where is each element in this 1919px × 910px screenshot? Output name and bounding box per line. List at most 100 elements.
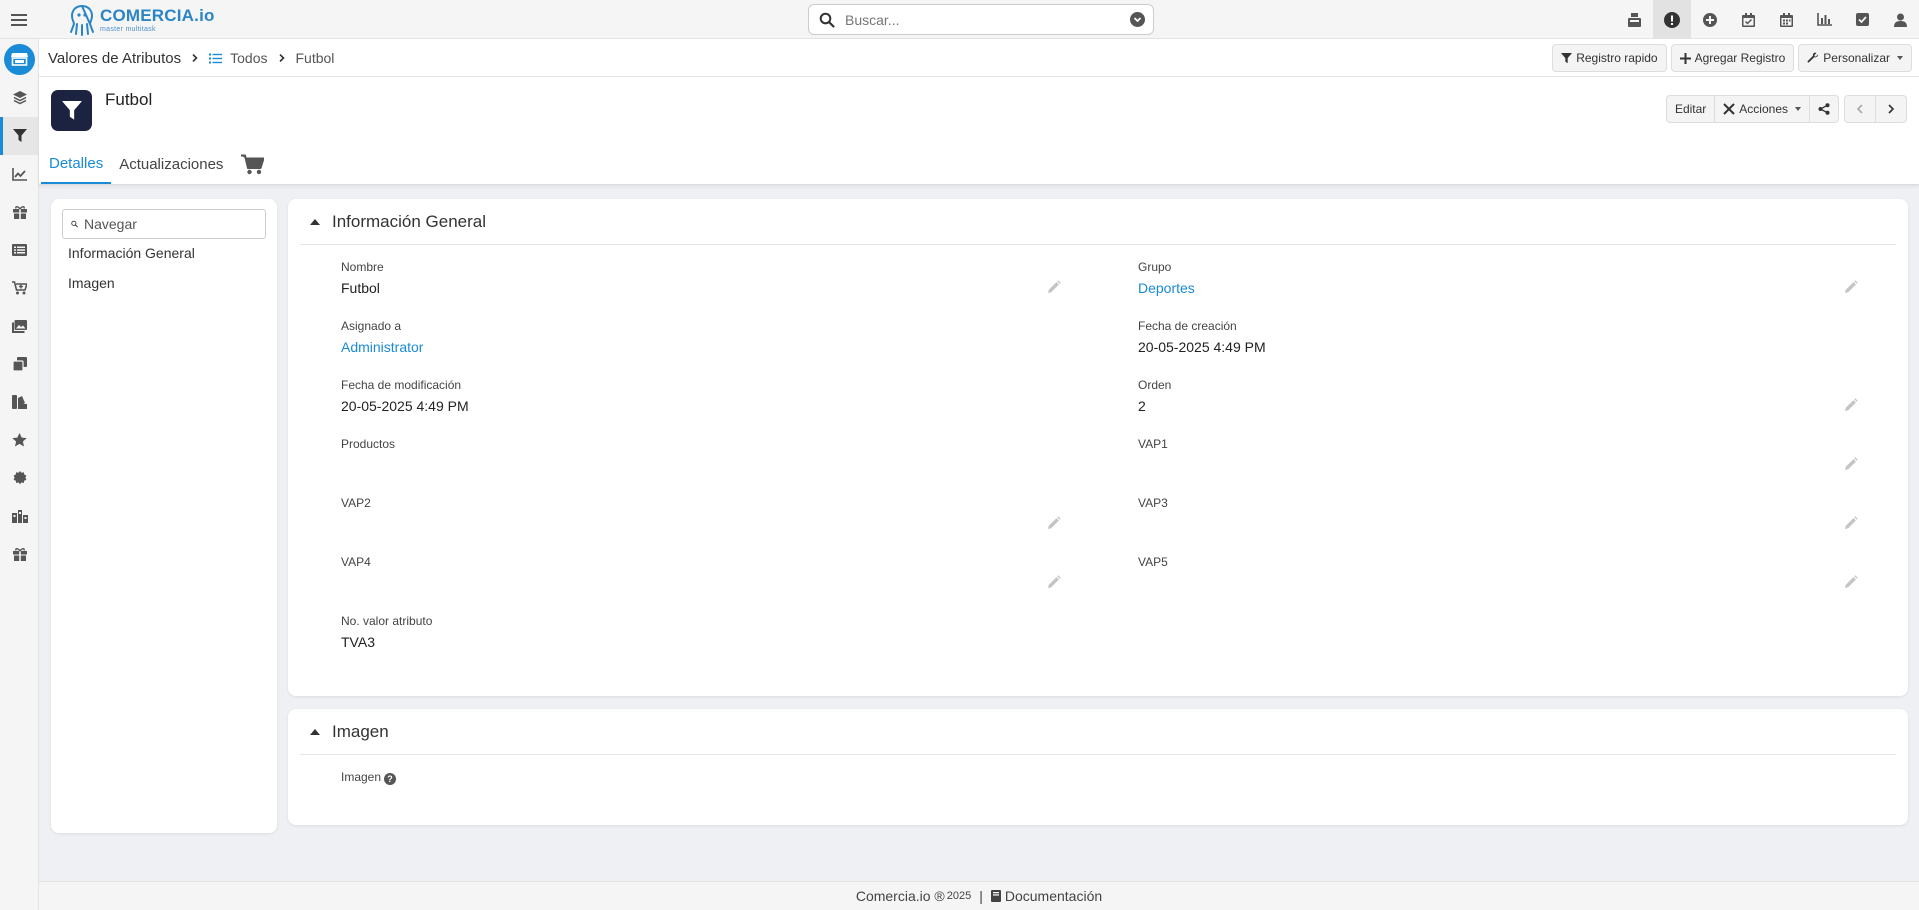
field-value: Futbol (341, 280, 380, 296)
sidebar-item-favorites[interactable] (0, 421, 39, 459)
bar-chart-icon (1816, 13, 1832, 26)
pencil-icon[interactable] (1844, 575, 1858, 589)
reports-button[interactable] (1805, 0, 1843, 39)
help-icon[interactable]: ? (384, 773, 397, 785)
store-icon (11, 53, 28, 66)
top-navbar: COMERCIA.io master multitask (0, 0, 1919, 39)
sidebar-item-images[interactable] (0, 307, 39, 345)
customize-button[interactable]: Personalizar (1798, 44, 1912, 72)
field-value-link[interactable]: Deportes (1138, 280, 1195, 296)
breadcrumb-module-link[interactable]: Valores de Atributos (48, 50, 181, 67)
sidebar-home[interactable] (0, 39, 39, 79)
edit-button[interactable]: Editar (1665, 95, 1716, 123)
record-title: Futbol (105, 90, 153, 109)
field-label: Fecha de modificación (341, 378, 462, 392)
field-value: 20-05-2025 4:49 PM (1138, 339, 1266, 355)
chevron-right-icon (1888, 104, 1895, 114)
calendar-button[interactable] (1767, 0, 1805, 39)
next-record-button[interactable] (1875, 95, 1907, 123)
cash-register-icon (1627, 12, 1641, 27)
sidebar-item-clones[interactable] (0, 345, 39, 383)
field-label: VAP4 (341, 555, 371, 569)
footer: Comercia.io ® 2025 | Documentación (39, 881, 1919, 910)
header-actions: Registro rapido Agregar Registro Persona… (1552, 44, 1912, 72)
sidebar-item-attribute-values[interactable] (0, 117, 39, 155)
filter-icon (1561, 52, 1573, 63)
pencil-icon[interactable] (1047, 280, 1061, 294)
field-label: VAP3 (1138, 496, 1168, 510)
sidebar-item-warehouses[interactable] (0, 497, 39, 535)
tasks-button[interactable] (1843, 0, 1881, 39)
field-vap5: VAP5 (1138, 555, 1858, 614)
actions-dropdown[interactable]: Acciones (1714, 95, 1810, 123)
tools-icon (1723, 103, 1736, 115)
sidebar-item-swatches[interactable] (0, 383, 39, 421)
sidebar-item-gifts[interactable] (0, 193, 39, 231)
breadcrumb-current: Futbol (295, 50, 335, 66)
image-panel-header[interactable]: Imagen (300, 709, 1896, 755)
quick-create-button[interactable] (1691, 0, 1729, 39)
line-chart-icon (12, 167, 27, 181)
nav-link-image[interactable]: Imagen (68, 275, 195, 305)
field-label: Imagen? (341, 770, 397, 785)
pencil-icon[interactable] (1844, 280, 1858, 294)
sidebar-item-layers[interactable] (0, 79, 39, 117)
caret-down-icon (1897, 56, 1903, 60)
menu-toggle-button[interactable] (0, 0, 38, 39)
alerts-button[interactable] (1653, 0, 1691, 39)
record-header: Futbol Editar Acciones Detalles Actualiz… (39, 77, 1919, 185)
user-profile-button[interactable] (1881, 0, 1919, 39)
caret-down-icon (1795, 107, 1801, 111)
field-label: Productos (341, 437, 396, 451)
collapse-caret-icon (310, 218, 320, 225)
search-options-dropdown[interactable] (1130, 12, 1145, 27)
chevron-right-icon (278, 54, 285, 62)
navigator-search-input[interactable] (84, 216, 265, 232)
tab-details[interactable]: Detalles (41, 144, 112, 184)
plus-icon (1679, 52, 1691, 64)
field-label: Asignado a (341, 319, 402, 333)
book-icon (990, 890, 1001, 902)
field-value: 2 (1138, 398, 1146, 414)
field-vap1: VAP1 (1138, 437, 1858, 496)
app-logo[interactable]: COMERCIA.io master multitask (68, 2, 215, 37)
add-record-button[interactable]: Agregar Registro (1670, 44, 1795, 72)
sidebar-item-promotions[interactable] (0, 535, 39, 573)
field-fecha-modificacion: Fecha de modificación 20-05-2025 4:49 PM (341, 378, 1061, 437)
field-grupo: Grupo Deportes (1138, 260, 1858, 319)
general-info-header[interactable]: Información General (300, 199, 1896, 245)
calendar-check-button[interactable] (1729, 0, 1767, 39)
app-tagline: master multitask (100, 25, 156, 33)
sidebar-item-analytics[interactable] (0, 155, 39, 193)
image-panel: Imagen Imagen? (288, 709, 1908, 825)
search-icon (819, 12, 835, 28)
star-icon (12, 433, 27, 447)
cart-plus-icon (12, 281, 27, 295)
documentation-link[interactable]: Documentación (1005, 888, 1102, 904)
general-info-panel: Información General Nombre Futbol Grupo … (288, 199, 1908, 696)
share-button[interactable] (1809, 95, 1839, 123)
quick-record-button[interactable]: Registro rapido (1552, 44, 1667, 72)
pencil-icon[interactable] (1047, 575, 1061, 589)
sidebar-item-list[interactable] (0, 231, 39, 269)
sidebar-item-badges[interactable] (0, 459, 39, 497)
field-productos: Productos (341, 437, 1061, 496)
pos-register-button[interactable] (1615, 0, 1653, 39)
pencil-icon[interactable] (1047, 516, 1061, 530)
clone-icon (12, 357, 27, 371)
field-value-link[interactable]: Administrator (341, 339, 423, 355)
pencil-icon[interactable] (1844, 457, 1858, 471)
sidebar-item-cart[interactable] (0, 269, 39, 307)
warehouse-icon (11, 509, 28, 523)
pencil-icon[interactable] (1844, 516, 1858, 530)
add-record-label: Agregar Registro (1694, 51, 1786, 65)
global-search-input[interactable] (845, 11, 1130, 28)
previous-record-button[interactable] (1844, 95, 1876, 123)
checkbox-icon (1855, 13, 1869, 26)
breadcrumb-list-link[interactable]: Todos (230, 50, 267, 66)
tab-cart[interactable] (231, 144, 274, 184)
pencil-icon[interactable] (1844, 398, 1858, 412)
field-label: No. valor atributo (341, 614, 433, 628)
tab-updates[interactable]: Actualizaciones (111, 144, 231, 184)
nav-link-general-info[interactable]: Información General (68, 245, 195, 275)
